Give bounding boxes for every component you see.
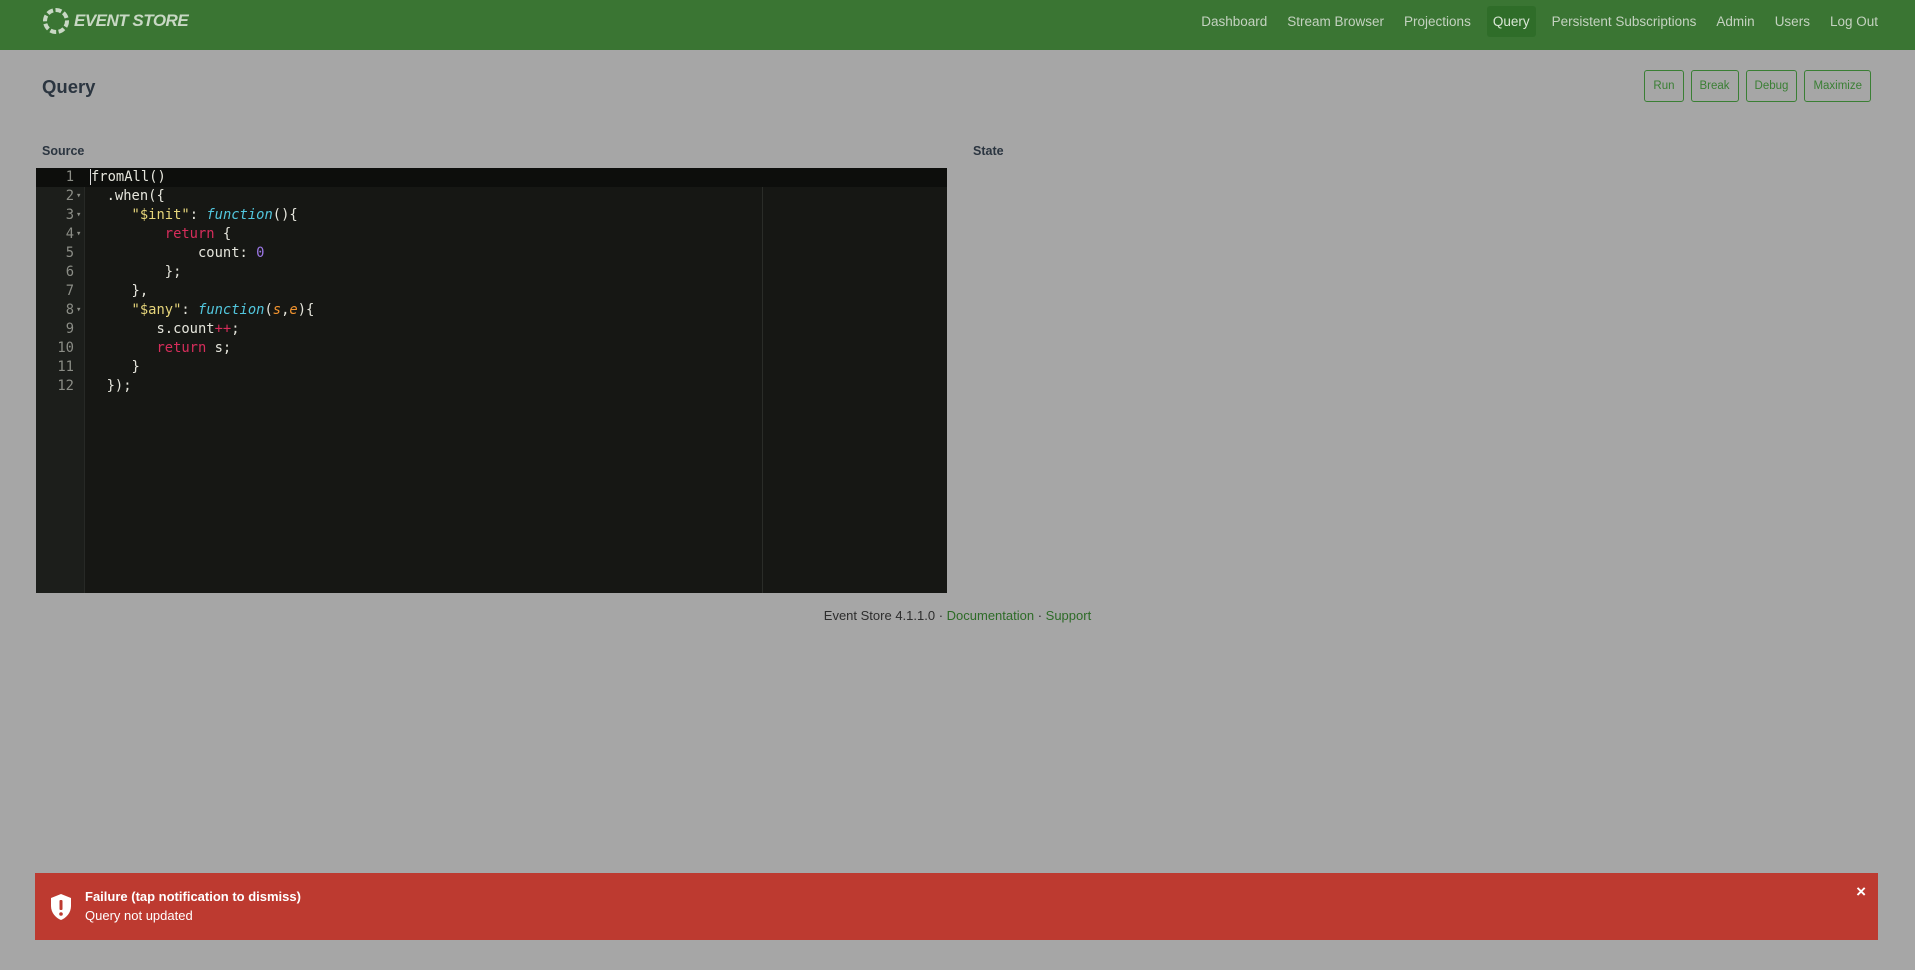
line-number: 11: [57, 359, 74, 375]
page-title: Query: [42, 76, 96, 97]
top-navbar: EVENT STORE Dashboard Stream Browser Pro…: [0, 0, 1915, 50]
notification-message: Query not updated: [85, 908, 193, 923]
source-label: Source: [42, 144, 85, 158]
line-number: 10: [57, 340, 74, 356]
code-line[interactable]: 10 return s;: [36, 339, 947, 358]
code-text: return {: [164, 226, 232, 242]
line-number: 3: [65, 207, 74, 223]
close-icon[interactable]: ×: [1856, 882, 1866, 902]
line-number: 8: [65, 302, 74, 318]
code-line[interactable]: 6 };: [36, 263, 947, 282]
code-line[interactable]: 1 fromAll(): [36, 168, 947, 187]
line-number: 1: [65, 169, 74, 185]
event-store-logo-icon: [43, 8, 69, 34]
query-actions: Run Break Debug Maximize: [1644, 70, 1871, 102]
code-text: "$any": function(s,e){: [131, 302, 315, 318]
code-text: .when({: [90, 188, 165, 204]
footer-separator: ·: [935, 608, 947, 623]
support-link[interactable]: Support: [1046, 608, 1092, 623]
fold-toggle-icon[interactable]: ▾: [76, 187, 81, 206]
code-text: });: [90, 378, 132, 394]
nav-query[interactable]: Query: [1486, 6, 1536, 37]
break-button[interactable]: Break: [1690, 70, 1739, 102]
run-button[interactable]: Run: [1644, 70, 1684, 102]
code-text: count: 0: [90, 245, 265, 261]
nav-projections[interactable]: Projections: [1394, 6, 1481, 37]
code-line[interactable]: 8 ▾ "$any": function(s,e){: [36, 301, 947, 320]
code-text: fromAll(): [90, 169, 166, 185]
footer-version: Event Store 4.1.1.0: [823, 608, 936, 623]
logo-text: EVENT STORE: [74, 11, 189, 30]
nav-stream-browser[interactable]: Stream Browser: [1277, 6, 1394, 37]
fold-toggle-icon[interactable]: ▾: [76, 206, 81, 225]
notification-title: Failure (tap notification to dismiss): [85, 889, 301, 904]
nav-admin[interactable]: Admin: [1706, 6, 1764, 37]
nav-users[interactable]: Users: [1765, 6, 1820, 37]
fold-toggle-icon[interactable]: ▾: [76, 301, 81, 320]
line-number: 7: [65, 283, 74, 299]
footer: Event Store 4.1.1.0 · Documentation · Su…: [0, 608, 1915, 623]
code-text: }: [90, 359, 140, 375]
text-cursor: [90, 169, 91, 185]
line-number: 12: [57, 378, 74, 394]
line-number: 6: [65, 264, 74, 280]
code-line[interactable]: 12 });: [36, 377, 947, 396]
code-line[interactable]: 11 }: [36, 358, 947, 377]
source-code-editor[interactable]: 1 fromAll() 2 ▾ .when({3 ▾ "$init": function…: [36, 168, 947, 593]
code-line[interactable]: 4 ▾ return {: [36, 225, 947, 244]
debug-button[interactable]: Debug: [1745, 70, 1798, 102]
line-number: 5: [65, 245, 74, 261]
code-text: return s;: [156, 340, 232, 356]
nav-log-out[interactable]: Log Out: [1820, 6, 1888, 37]
documentation-link[interactable]: Documentation: [947, 608, 1034, 623]
shield-alert-icon: [51, 894, 71, 920]
main-nav: Dashboard Stream Browser Projections Que…: [1191, 6, 1915, 37]
code-text: };: [90, 264, 182, 280]
failure-notification[interactable]: Failure (tap notification to dismiss) Qu…: [35, 873, 1878, 940]
code-line[interactable]: 9 s.count++;: [36, 320, 947, 339]
fold-toggle-icon[interactable]: ▾: [76, 225, 81, 244]
state-label: State: [973, 144, 1004, 158]
code-line[interactable]: 3 ▾ "$init": function(){: [36, 206, 947, 225]
nav-dashboard[interactable]: Dashboard: [1191, 6, 1277, 37]
event-store-logo[interactable]: EVENT STORE: [42, 6, 189, 36]
line-number: 4: [65, 226, 74, 242]
line-number: 9: [65, 321, 74, 337]
code-line[interactable]: 5 count: 0: [36, 244, 947, 263]
code-line[interactable]: 7 },: [36, 282, 947, 301]
code-line[interactable]: 2 ▾ .when({: [36, 187, 947, 206]
line-number: 2: [65, 188, 74, 204]
code-text: "$init": function(){: [131, 207, 298, 223]
code-text: s.count++;: [90, 321, 240, 337]
nav-persistent-subscriptions[interactable]: Persistent Subscriptions: [1542, 6, 1707, 37]
footer-separator: ·: [1034, 608, 1046, 623]
maximize-button[interactable]: Maximize: [1804, 70, 1871, 102]
code-text: },: [90, 283, 149, 299]
